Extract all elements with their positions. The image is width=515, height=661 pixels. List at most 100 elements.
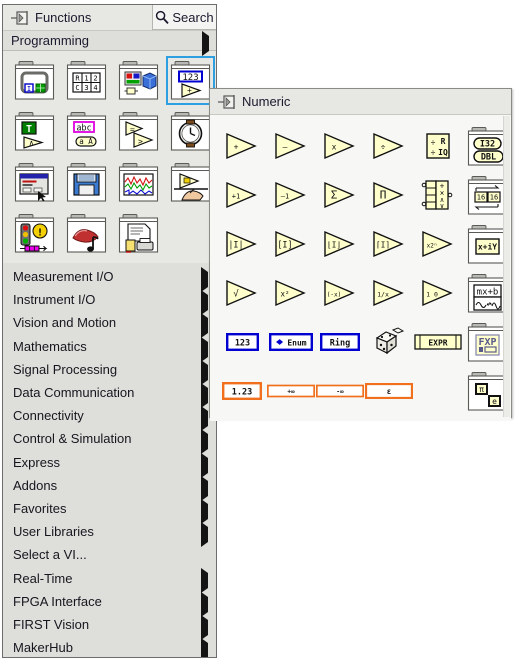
- numeric-scrollbar[interactable]: [503, 116, 510, 417]
- svg-text:mx+b: mx+b: [476, 287, 498, 297]
- svg-text:16: 16: [476, 193, 484, 201]
- menu-item-select-a-vi[interactable]: Select a VI...: [3, 543, 216, 566]
- menu-item-vision-and-motion[interactable]: Vision and Motion: [3, 311, 216, 339]
- numeric-item-square-root[interactable]: √: [218, 270, 266, 316]
- numeric-item-positive-infinity[interactable]: +∞: [267, 368, 315, 414]
- numeric-item-compound-arithmetic[interactable]: + × ∧ ∨: [414, 172, 462, 218]
- menu-item-addons[interactable]: Addons: [3, 474, 216, 501]
- svg-text:abc: abc: [76, 124, 91, 134]
- programming-item-synchronization[interactable]: !: [11, 210, 58, 257]
- numeric-item-quotient-remainder[interactable]: ÷ R ÷ IQ: [414, 123, 462, 169]
- svg-text:R: R: [441, 137, 446, 146]
- numeric-item-dbl-numeric-constant[interactable]: 1.23: [218, 368, 266, 414]
- menu-item-label: Select a VI...: [13, 547, 87, 563]
- programming-item-string[interactable]: abc a A: [63, 108, 110, 155]
- programming-item-boolean[interactable]: T ∧: [11, 108, 58, 155]
- search-label: Search: [172, 9, 214, 25]
- programming-item-file-io[interactable]: [63, 159, 110, 206]
- menu-item-express[interactable]: Express: [3, 451, 216, 478]
- svg-text:123: 123: [234, 339, 249, 349]
- numeric-item-increment[interactable]: +1: [218, 172, 266, 218]
- svg-text:Enum: Enum: [287, 339, 306, 348]
- numeric-item-spacer: [414, 368, 462, 414]
- programming-item-numeric[interactable]: 123 +: [166, 56, 215, 105]
- submenu-arrow-icon: [201, 522, 208, 548]
- numeric-item-add-array-elements[interactable]: Σ: [316, 172, 364, 218]
- numeric-item-square[interactable]: x²: [267, 270, 315, 316]
- svg-text:2: 2: [93, 75, 97, 83]
- numeric-item-negate[interactable]: (-x): [316, 270, 364, 316]
- svg-text:!: !: [37, 228, 43, 239]
- numeric-item-absolute-value[interactable]: |I|: [218, 221, 266, 267]
- svg-text:1/x: 1/x: [377, 291, 389, 299]
- numeric-item-divide[interactable]: ÷: [365, 123, 413, 169]
- svg-text:DBL: DBL: [480, 152, 495, 162]
- programming-item-timing[interactable]: [167, 108, 214, 155]
- menu-item-data-communication[interactable]: Data Communication: [3, 381, 216, 408]
- menu-item-label: MakerHub: [13, 640, 73, 656]
- menu-item-fpga-interface[interactable]: FPGA Interface: [3, 590, 216, 617]
- menu-item-measurement-i-o[interactable]: Measurement I/O: [3, 265, 216, 292]
- numeric-item-subtract[interactable]: –: [267, 123, 315, 169]
- menu-item-favorites[interactable]: Favorites: [3, 497, 216, 524]
- numeric-item-expression-node[interactable]: EXPR: [414, 319, 462, 365]
- numeric-item-round-toward-inf-neg[interactable]: ⌊I⌋: [316, 221, 364, 267]
- numeric-item-round-toward-inf-pos[interactable]: ⌈I⌉: [365, 221, 413, 267]
- numeric-item-machine-epsilon[interactable]: ε: [365, 368, 413, 414]
- svg-text:-∞: -∞: [336, 389, 344, 396]
- svg-text:⌈I⌉: ⌈I⌉: [376, 241, 390, 250]
- pin-icon[interactable]: [216, 92, 238, 112]
- programming-item-dialog-user-interface[interactable]: [11, 159, 58, 206]
- svg-text:÷: ÷: [431, 138, 436, 147]
- menu-item-connectivity[interactable]: Connectivity: [3, 404, 216, 432]
- search-button[interactable]: Search: [152, 5, 216, 30]
- numeric-item-round-to-nearest[interactable]: [I]: [267, 221, 315, 267]
- programming-item-array[interactable]: R 1 2 C 3 4: [63, 57, 110, 104]
- svg-text:Π: Π: [380, 189, 387, 202]
- numeric-item-scale-by-power-of-2[interactable]: x2ⁿ: [414, 221, 462, 267]
- numeric-item-negative-infinity[interactable]: -∞: [316, 368, 364, 414]
- programming-item-application-control[interactable]: [167, 159, 214, 206]
- numeric-title-label: Numeric: [242, 94, 291, 109]
- programming-item-cluster-class-variant[interactable]: [115, 57, 162, 104]
- numeric-item-reciprocal[interactable]: 1/x: [365, 270, 413, 316]
- programming-item-graphics-sound[interactable]: [63, 210, 110, 257]
- svg-text:IQ: IQ: [438, 148, 448, 157]
- menu-item-mathematics[interactable]: Mathematics: [3, 335, 216, 362]
- numeric-item-ring-constant[interactable]: Ring: [316, 319, 364, 365]
- svg-text:T: T: [26, 124, 32, 135]
- svg-text:x²: x²: [280, 290, 289, 299]
- programming-item-report-generation[interactable]: [115, 210, 162, 257]
- numeric-item-numeric-constant[interactable]: 123: [218, 319, 266, 365]
- menu-item-signal-processing[interactable]: Signal Processing: [3, 358, 216, 385]
- menu-item-first-vision[interactable]: FIRST Vision: [3, 613, 216, 640]
- menu-item-real-time[interactable]: Real-Time: [3, 566, 216, 594]
- svg-text:+: +: [187, 86, 192, 95]
- numeric-item-sign[interactable]: 1 0: [414, 270, 462, 316]
- svg-text:I: I: [27, 85, 31, 93]
- pin-icon[interactable]: [9, 8, 31, 28]
- menu-item-instrument-i-o[interactable]: Instrument I/O: [3, 288, 216, 316]
- submenu-arrow-icon: [201, 267, 208, 292]
- section-header-programming[interactable]: Programming: [3, 31, 216, 56]
- numeric-item-multiply[interactable]: x: [316, 123, 364, 169]
- numeric-item-enum-constant[interactable]: Enum: [267, 319, 315, 365]
- menu-item-user-libraries[interactable]: User Libraries: [3, 520, 216, 548]
- svg-text:1: 1: [84, 75, 88, 83]
- menu-item-makerhub[interactable]: MakerHub: [3, 636, 216, 657]
- svg-text:+1: +1: [232, 193, 240, 201]
- menu-item-label: Data Communication: [13, 385, 135, 401]
- numeric-item-multiply-array-elements[interactable]: Π: [365, 172, 413, 218]
- menu-item-control-simulation[interactable]: Control & Simulation: [3, 427, 216, 455]
- numeric-item-random-number[interactable]: [365, 319, 413, 365]
- svg-text:1 0: 1 0: [426, 291, 438, 299]
- svg-text:ε: ε: [387, 387, 392, 396]
- programming-item-comparison[interactable]: = >: [115, 108, 162, 155]
- menu-item-label: Real-Time: [13, 570, 73, 586]
- numeric-item-decrement[interactable]: –1: [267, 172, 315, 218]
- programming-item-structures[interactable]: I: [11, 57, 58, 104]
- svg-text:4: 4: [93, 84, 97, 92]
- numeric-item-add[interactable]: +: [218, 123, 266, 169]
- numeric-subpalette-window: Numeric + – x ÷ ÷ R ÷ IQ I32 DBL +1 –1 Σ: [209, 88, 512, 421]
- programming-item-waveform[interactable]: [115, 159, 162, 206]
